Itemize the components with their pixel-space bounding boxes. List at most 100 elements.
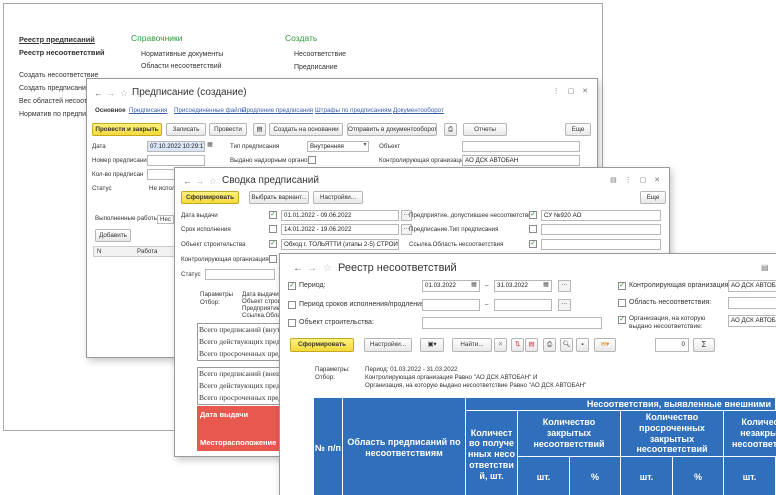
- forward-arrow-icon[interactable]: →: [195, 176, 204, 187]
- subtab-nonconformities[interactable]: Нес: [157, 215, 175, 225]
- area-checkbox[interactable]: [618, 299, 626, 307]
- mail-icon[interactable]: ✉▾: [594, 338, 616, 352]
- issued-org-checkbox[interactable]: ✓: [618, 316, 626, 324]
- back-arrow-icon[interactable]: ←: [293, 263, 303, 275]
- date-field[interactable]: 07.10.2022 10:29:17: [147, 141, 205, 152]
- control-org-checkbox[interactable]: ✓: [618, 282, 626, 290]
- tab-docflow[interactable]: Документооборот: [393, 107, 444, 114]
- post-and-close-button[interactable]: Провести и закрыть: [92, 123, 162, 136]
- more-button[interactable]: Еще: [640, 191, 666, 204]
- company-checkbox[interactable]: ✓: [529, 211, 537, 219]
- back-arrow-icon[interactable]: ←: [94, 88, 103, 99]
- window-controls[interactable]: ▤ ⋮ ▢ ✕: [610, 177, 663, 185]
- star-icon[interactable]: ☆: [120, 88, 128, 99]
- deadline-to-field[interactable]: [494, 299, 552, 311]
- filter-label: Отбор:: [315, 374, 335, 381]
- tab-main[interactable]: Основное: [95, 107, 126, 114]
- reports-button[interactable]: Отчеты: [463, 123, 507, 136]
- variants-icon[interactable]: ▣▾: [420, 338, 444, 352]
- object-checkbox[interactable]: ✓: [269, 240, 277, 248]
- menu-item-nonconformity-areas[interactable]: Области несоответствий: [141, 63, 222, 71]
- menu-item-area-weights[interactable]: Вес областей несоотв: [19, 98, 91, 106]
- params-value-3: Ссылка.Обла: [242, 312, 281, 319]
- period-dots[interactable]: …: [558, 280, 571, 292]
- area-link-checkbox[interactable]: ✓: [529, 240, 537, 248]
- save-icon[interactable]: ▪: [576, 338, 589, 352]
- window-controls[interactable]: ⋮ ▢ ✕: [553, 88, 591, 96]
- forward-arrow-icon[interactable]: →: [307, 263, 317, 275]
- preview-icon[interactable]: 🔍︎: [560, 338, 573, 352]
- menu-item-prescriptions-registry[interactable]: Реестр предписаний: [19, 35, 95, 45]
- post-button[interactable]: Провести: [209, 123, 247, 136]
- object-checkbox[interactable]: [288, 319, 296, 327]
- menu-item-nonconformity-registry[interactable]: Реестр несоответствий: [19, 48, 105, 58]
- status-field[interactable]: [205, 269, 275, 280]
- star-icon[interactable]: ☆: [323, 263, 332, 275]
- deadline-field[interactable]: 14.01.2022 - 19.06.2022: [281, 224, 399, 235]
- collapse-icon[interactable]: ▤: [525, 338, 538, 352]
- form-report-button[interactable]: Сформировать: [290, 338, 354, 352]
- window-menu-icon[interactable]: ▤: [761, 263, 769, 273]
- deadline-checkbox[interactable]: [269, 225, 277, 233]
- issue-date-field[interactable]: 01.01.2022 - 09.06.2022: [281, 210, 399, 221]
- create-based-button[interactable]: Создать на основании: [269, 123, 343, 136]
- forward-arrow-icon[interactable]: →: [106, 88, 115, 99]
- back-arrow-icon[interactable]: ←: [183, 176, 192, 187]
- company-field[interactable]: СУ №920 АО: [541, 210, 661, 221]
- params-label: Параметры: [200, 291, 233, 298]
- menu-item-normative-docs[interactable]: Нормативные документы: [141, 51, 223, 59]
- settings-button[interactable]: Настройки...: [364, 338, 412, 352]
- menu-item-prescription[interactable]: Предписание: [294, 64, 338, 72]
- find-button[interactable]: Найти...: [452, 338, 492, 352]
- sum-button[interactable]: Σ: [693, 338, 715, 352]
- deadline-dots[interactable]: …: [558, 299, 571, 311]
- tab-extension[interactable]: Продление предписания: [242, 107, 313, 114]
- chevron-down-icon[interactable]: ▾: [361, 141, 369, 150]
- issue-date-checkbox[interactable]: ✓: [269, 211, 277, 219]
- object-field[interactable]: [462, 141, 580, 152]
- save-button[interactable]: Записать: [166, 123, 206, 136]
- control-org-field[interactable]: АО ДСК АВТОБАН: [728, 280, 776, 292]
- calendar-icon[interactable]: ▦: [542, 281, 550, 290]
- issued-org-field[interactable]: АО ДСК АВТОБАН: [728, 315, 776, 327]
- tab-penalties[interactable]: Штрафы по предписаниям: [315, 107, 392, 114]
- clear-icon[interactable]: ✕: [494, 338, 507, 352]
- deadline-period-checkbox[interactable]: [288, 301, 296, 309]
- print-icon[interactable]: ⎙: [543, 338, 556, 352]
- menu-item-norm[interactable]: Норматив по предпис: [19, 111, 90, 119]
- tab-prescriptions[interactable]: Предписания: [129, 107, 167, 114]
- menu-item-nonconformity[interactable]: Несоответствие: [294, 51, 346, 59]
- calendar-icon[interactable]: ▦: [206, 141, 214, 150]
- type-select[interactable]: Внутренняя: [307, 141, 369, 152]
- form-report-button[interactable]: Сформировать: [181, 191, 239, 204]
- subtab-works[interactable]: Выполненные работы: [95, 215, 158, 222]
- object-field[interactable]: [422, 317, 602, 329]
- send-docflow-button[interactable]: Отправить в документооборот: [347, 123, 437, 136]
- tab-files[interactable]: Присоединенные файлы: [174, 107, 246, 114]
- type-checkbox[interactable]: [529, 225, 537, 233]
- print-icon[interactable]: ▤: [253, 123, 266, 136]
- more-button[interactable]: Еще: [565, 123, 591, 136]
- area-field[interactable]: [728, 297, 776, 309]
- printer-icon[interactable]: ⎙: [444, 123, 457, 136]
- expand-icon[interactable]: ⇅: [511, 338, 524, 352]
- select-variant-button[interactable]: Выбрать вариант...: [249, 191, 309, 204]
- object-field[interactable]: Обход г. ТОЛЬЯТТИ (этапы 2-5) СТРОИТЕ: [281, 239, 399, 250]
- menu-item-create-prescription[interactable]: Создать предписание: [19, 85, 90, 93]
- deadline-from-field[interactable]: [422, 299, 480, 311]
- number-field[interactable]: [147, 155, 205, 166]
- add-button[interactable]: Добавить: [95, 229, 131, 242]
- status-label: Статус: [92, 185, 112, 192]
- period-checkbox[interactable]: ✓: [288, 282, 296, 290]
- area-link-field[interactable]: [541, 239, 661, 250]
- star-icon[interactable]: ☆: [209, 176, 217, 187]
- window-title: Предписание (создание): [132, 87, 247, 98]
- counter-field[interactable]: 0: [655, 338, 689, 352]
- issued-checkbox[interactable]: [308, 156, 316, 164]
- col-overdue: Количество просроченных закрытых несоотв…: [621, 411, 724, 457]
- control-org-field[interactable]: АО ДСК АВТОБАН: [462, 155, 580, 166]
- calendar-icon[interactable]: ▦: [470, 281, 478, 290]
- type-field[interactable]: [541, 224, 661, 235]
- control-org-checkbox[interactable]: [269, 255, 277, 263]
- settings-button[interactable]: Настройки...: [313, 191, 363, 204]
